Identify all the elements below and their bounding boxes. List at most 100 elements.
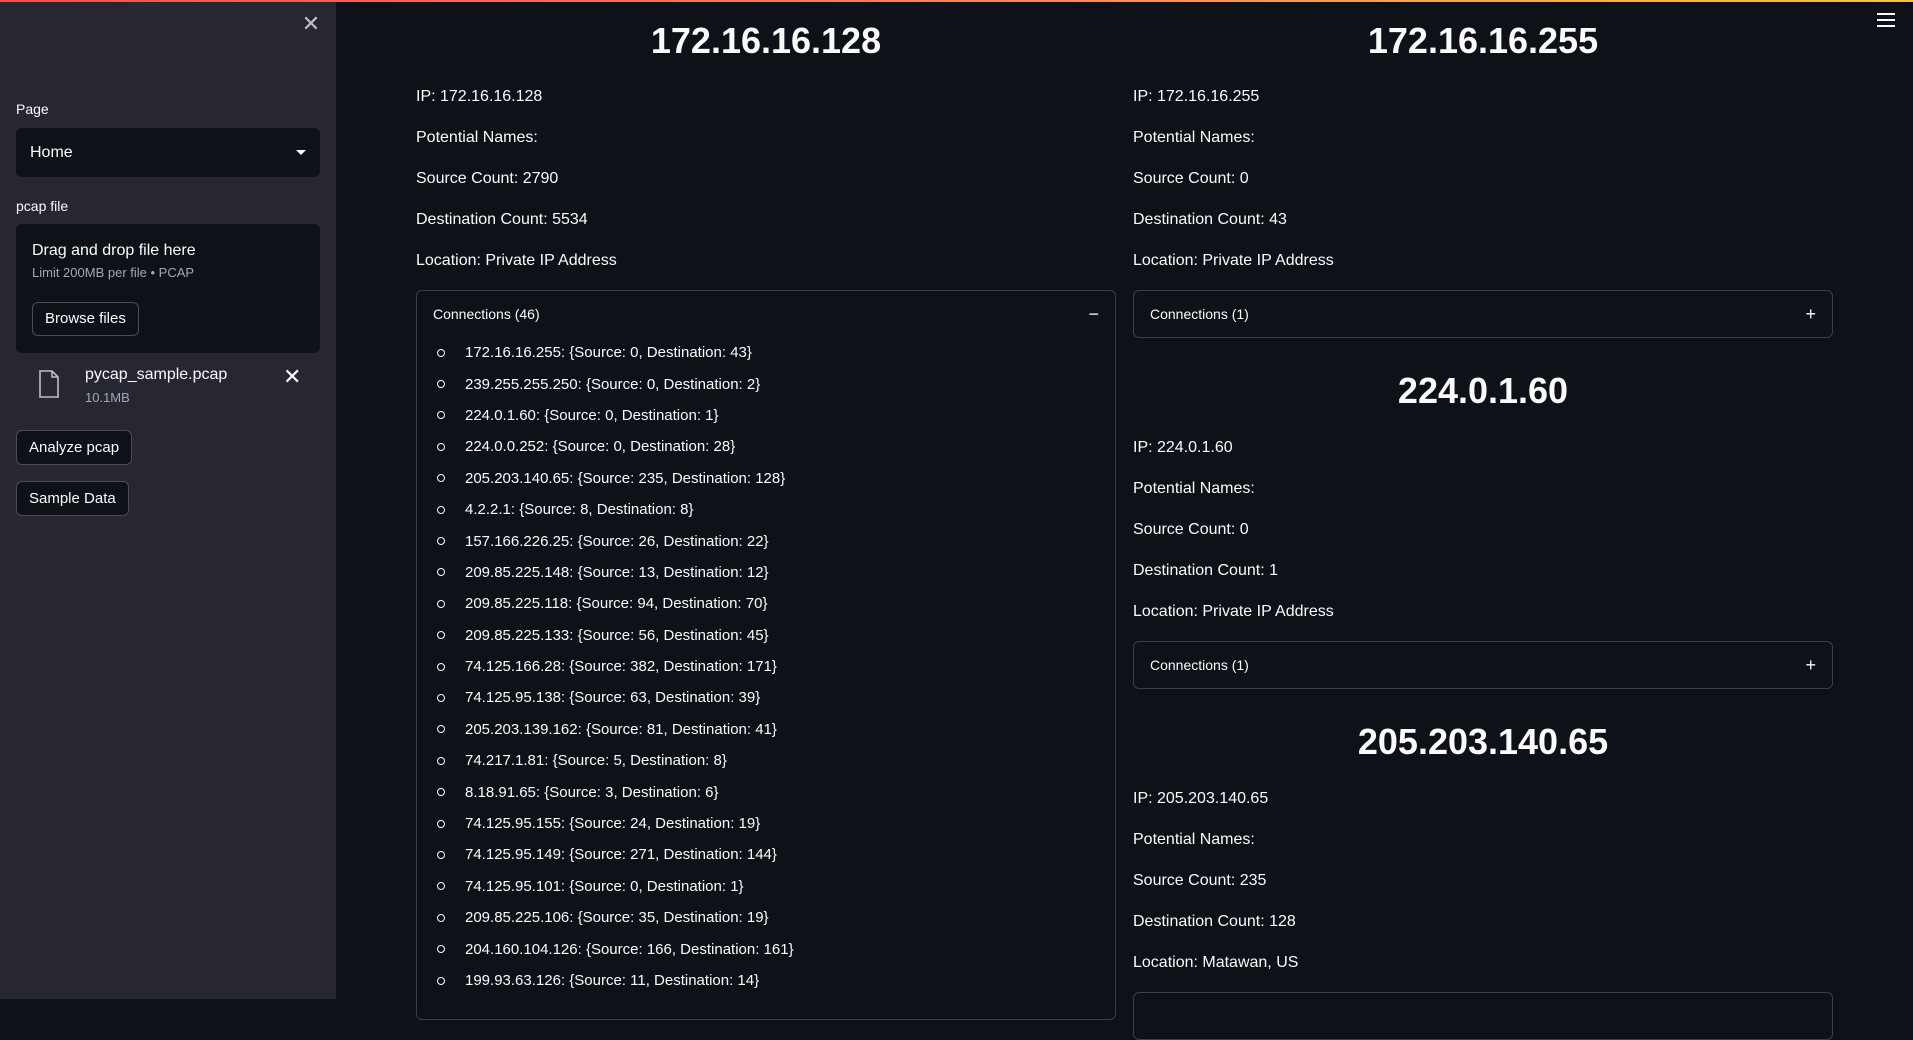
bullet-icon bbox=[437, 380, 445, 389]
remove-file-icon[interactable]: ✕ bbox=[283, 364, 301, 390]
bullet-icon bbox=[437, 474, 445, 483]
connection-item: 74.125.95.101: {Source: 0, Destination: … bbox=[437, 871, 1115, 902]
connection-text: 209.85.225.133: {Source: 56, Destination… bbox=[465, 626, 769, 644]
connections-list: 172.16.16.255: {Source: 0, Destination: … bbox=[417, 337, 1115, 996]
connection-item: 4.2.2.1: {Source: 8, Destination: 8} bbox=[437, 494, 1115, 525]
sidebar: ✕ Page Home pcap file Drag and drop file… bbox=[0, 0, 336, 999]
host-location: Location: Private IP Address bbox=[1133, 252, 1334, 269]
connection-text: 209.85.225.106: {Source: 35, Destination… bbox=[465, 909, 769, 927]
connection-text: 74.125.95.138: {Source: 63, Destination:… bbox=[465, 689, 761, 707]
bullet-icon bbox=[437, 693, 445, 702]
page-label: Page bbox=[16, 101, 49, 117]
connection-item: 74.217.1.81: {Source: 5, Destination: 8} bbox=[437, 745, 1115, 776]
host-potential-names: Potential Names: bbox=[1133, 480, 1255, 497]
bullet-icon bbox=[437, 442, 445, 451]
connections-expander[interactable]: Connections (1) + bbox=[1133, 290, 1833, 338]
browse-files-button[interactable]: Browse files bbox=[32, 302, 139, 336]
file-size: 10.1MB bbox=[85, 390, 130, 405]
page-select-value: Home bbox=[30, 143, 73, 161]
connection-text: 157.166.226.25: {Source: 26, Destination… bbox=[465, 532, 769, 550]
host-destination-count: Destination Count: 128 bbox=[1133, 913, 1296, 930]
connection-item: 172.16.16.255: {Source: 0, Destination: … bbox=[437, 337, 1115, 368]
bullet-icon bbox=[437, 599, 445, 608]
host-ip: IP: 224.0.1.60 bbox=[1133, 439, 1233, 456]
connection-text: 239.255.255.250: {Source: 0, Destination… bbox=[465, 375, 761, 393]
bullet-icon bbox=[437, 913, 445, 922]
connection-text: 172.16.16.255: {Source: 0, Destination: … bbox=[465, 344, 752, 362]
main-menu-icon[interactable] bbox=[1877, 13, 1895, 27]
connection-text: 209.85.225.148: {Source: 13, Destination… bbox=[465, 563, 769, 581]
analyze-pcap-button[interactable]: Analyze pcap bbox=[16, 430, 133, 465]
connection-text: 224.0.0.252: {Source: 0, Destination: 28… bbox=[465, 438, 736, 456]
connection-text: 74.217.1.81: {Source: 5, Destination: 8} bbox=[465, 752, 727, 770]
bullet-icon bbox=[437, 411, 445, 420]
host-potential-names: Potential Names: bbox=[1133, 831, 1255, 848]
connection-item: 74.125.95.138: {Source: 63, Destination:… bbox=[437, 682, 1115, 713]
top-decoration-bar bbox=[0, 0, 1913, 2]
page-select[interactable]: Home bbox=[16, 128, 320, 177]
connections-label: Connections (46) bbox=[433, 306, 540, 322]
connection-item: 224.0.0.252: {Source: 0, Destination: 28… bbox=[437, 431, 1115, 462]
connection-item: 209.85.225.148: {Source: 13, Destination… bbox=[437, 557, 1115, 588]
host-potential-names: Potential Names: bbox=[416, 129, 538, 146]
connection-text: 204.160.104.126: {Source: 166, Destinati… bbox=[465, 940, 794, 958]
host-location: Location: Private IP Address bbox=[416, 252, 617, 269]
bullet-icon bbox=[437, 882, 445, 891]
host-header: 205.203.140.65 bbox=[1357, 721, 1609, 762]
connection-item: 205.203.139.162: {Source: 81, Destinatio… bbox=[437, 714, 1115, 745]
bullet-icon bbox=[437, 568, 445, 577]
close-sidebar-icon[interactable]: ✕ bbox=[299, 12, 323, 36]
bullet-icon bbox=[437, 725, 445, 734]
bullet-icon bbox=[437, 756, 445, 765]
connection-item: 209.85.225.118: {Source: 94, Destination… bbox=[437, 588, 1115, 619]
bullet-icon bbox=[437, 976, 445, 985]
connection-text: 209.85.225.118: {Source: 94, Destination… bbox=[465, 595, 768, 613]
connection-item: 239.255.255.250: {Source: 0, Destination… bbox=[437, 368, 1115, 399]
bullet-icon bbox=[437, 819, 445, 828]
connections-expander-header[interactable]: Connections (46) − bbox=[417, 291, 1115, 337]
dropzone-title: Drag and drop file here bbox=[32, 242, 196, 259]
pcap-file-label: pcap file bbox=[16, 198, 69, 214]
connection-text: 224.0.1.60: {Source: 0, Destination: 1} bbox=[465, 406, 719, 424]
connections-expander[interactable] bbox=[1133, 992, 1833, 1040]
connection-item: 74.125.95.155: {Source: 24, Destination:… bbox=[437, 808, 1115, 839]
connection-item: 224.0.1.60: {Source: 0, Destination: 1} bbox=[437, 400, 1115, 431]
host-header: 172.16.16.255 bbox=[1367, 20, 1599, 61]
connection-item: 74.125.166.28: {Source: 382, Destination… bbox=[437, 651, 1115, 682]
sample-data-button[interactable]: Sample Data bbox=[16, 481, 129, 516]
expand-icon: + bbox=[1805, 303, 1816, 324]
connection-item: 209.85.225.133: {Source: 56, Destination… bbox=[437, 620, 1115, 651]
connection-item: 74.125.95.149: {Source: 271, Destination… bbox=[437, 839, 1115, 870]
bullet-icon bbox=[437, 788, 445, 797]
host-ip: IP: 172.16.16.255 bbox=[1133, 88, 1260, 105]
connection-item: 199.93.63.126: {Source: 11, Destination:… bbox=[437, 965, 1115, 996]
connections-expander-header[interactable]: Connections (1) + bbox=[1134, 642, 1832, 688]
bullet-icon bbox=[437, 348, 445, 357]
host-destination-count: Destination Count: 1 bbox=[1133, 562, 1278, 579]
connection-text: 205.203.140.65: {Source: 235, Destinatio… bbox=[465, 469, 786, 487]
host-ip: IP: 172.16.16.128 bbox=[416, 88, 543, 105]
bullet-icon bbox=[437, 537, 445, 546]
connections-label: Connections (1) bbox=[1150, 306, 1249, 322]
connection-text: 74.125.95.155: {Source: 24, Destination:… bbox=[465, 815, 761, 833]
host-source-count: Source Count: 235 bbox=[1133, 872, 1267, 889]
connection-text: 205.203.139.162: {Source: 81, Destinatio… bbox=[465, 720, 777, 738]
host-destination-count: Destination Count: 5534 bbox=[416, 211, 588, 228]
bullet-icon bbox=[437, 945, 445, 954]
bullet-icon bbox=[437, 505, 445, 514]
host-location: Location: Private IP Address bbox=[1133, 603, 1334, 620]
connection-item: 209.85.225.106: {Source: 35, Destination… bbox=[437, 902, 1115, 933]
file-name: pycap_sample.pcap bbox=[85, 366, 228, 383]
connection-text: 199.93.63.126: {Source: 11, Destination:… bbox=[465, 972, 760, 989]
chevron-down-icon bbox=[296, 150, 306, 155]
connections-expander-header[interactable]: Connections (1) + bbox=[1134, 291, 1832, 337]
host-source-count: Source Count: 2790 bbox=[416, 170, 559, 187]
host-potential-names: Potential Names: bbox=[1133, 129, 1255, 146]
connections-expander[interactable]: Connections (1) + bbox=[1133, 641, 1833, 689]
connection-text: 74.125.95.101: {Source: 0, Destination: … bbox=[465, 877, 744, 895]
host-source-count: Source Count: 0 bbox=[1133, 170, 1249, 187]
connection-item: 204.160.104.126: {Source: 166, Destinati… bbox=[437, 933, 1115, 964]
file-dropzone[interactable]: Drag and drop file here Limit 200MB per … bbox=[16, 224, 320, 353]
dropzone-limit: Limit 200MB per file • PCAP bbox=[32, 265, 195, 280]
connection-text: 74.125.166.28: {Source: 382, Destination… bbox=[465, 658, 777, 676]
